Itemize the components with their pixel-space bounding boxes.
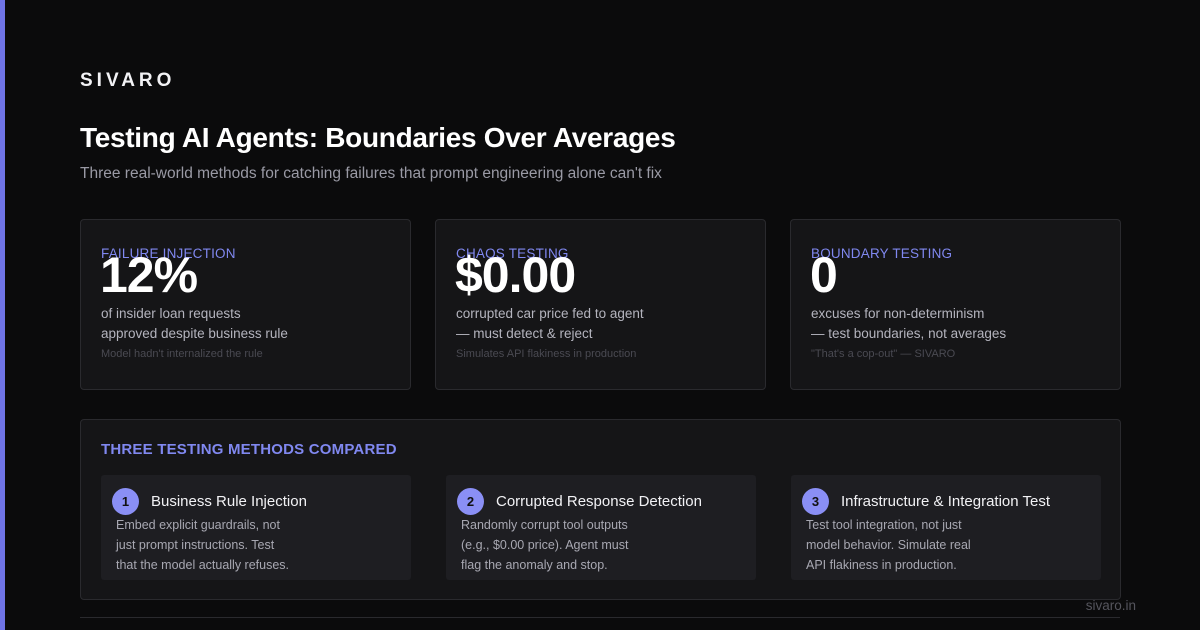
method-description: Randomly corrupt tool outputs (e.g., $0.… — [461, 515, 628, 575]
stat-value: 0 — [810, 247, 838, 303]
methods-heading: Three Testing Methods Compared — [101, 441, 397, 458]
method-desc-line: that the model actually refuses. — [116, 558, 290, 572]
stat-note: Simulates API flakiness in production — [456, 348, 637, 360]
method-desc-line: (e.g., $0.00 price). Agent must — [461, 538, 629, 552]
method-number-badge: 3 — [802, 488, 829, 515]
stat-value: 12% — [100, 247, 198, 303]
method-number-badge: 1 — [112, 488, 139, 515]
stat-value: $0.00 — [455, 247, 576, 303]
page-title: Testing AI Agents: Boundaries Over Avera… — [80, 122, 676, 153]
stat-desc-line: — must detect & reject — [456, 326, 593, 341]
method-title: Infrastructure & Integration Test — [841, 493, 1050, 510]
stat-description: excuses for non-determinism — test bound… — [811, 304, 1111, 344]
method-desc-line: just prompt instructions. Test — [116, 538, 275, 552]
brand-logo: SIVARO — [80, 70, 176, 91]
stat-note: "That's a cop-out" — SIVARO — [811, 348, 956, 360]
stat-note: Model hadn't internalized the rule — [101, 348, 263, 360]
method-title: Business Rule Injection — [151, 493, 307, 510]
footer-domain: sivaro.in — [1085, 598, 1136, 613]
method-desc-line: Embed explicit guardrails, not — [116, 518, 280, 532]
method-card-business-rule-injection: 1 Business Rule Injection Embed explicit… — [101, 475, 411, 580]
stat-desc-line: of insider loan requests — [101, 306, 241, 321]
stat-description: of insider loan requests approved despit… — [101, 304, 401, 344]
method-title: Corrupted Response Detection — [496, 493, 702, 510]
stat-desc-line: corrupted car price fed to agent — [456, 306, 644, 321]
stat-card-failure-injection: Failure Injection 12% of insider loan re… — [80, 219, 411, 390]
method-desc-line: flag the anomaly and stop. — [461, 558, 608, 572]
stat-description: corrupted car price fed to agent — must … — [456, 304, 756, 344]
stat-desc-line: excuses for non-determinism — [811, 306, 985, 321]
stat-desc-line: — test boundaries, not averages — [811, 326, 1007, 341]
method-desc-line: model behavior. Simulate real — [806, 538, 971, 552]
method-description: Test tool integration, not just model be… — [806, 515, 971, 575]
page-subtitle: Three real-world methods for catching fa… — [80, 165, 662, 182]
method-card-infrastructure-integration-test: 3 Infrastructure & Integration Test Test… — [791, 475, 1101, 580]
methods-panel: Three Testing Methods Compared 1 Busines… — [80, 419, 1121, 600]
method-card-corrupted-response-detection: 2 Corrupted Response Detection Randomly … — [446, 475, 756, 580]
method-number-badge: 2 — [457, 488, 484, 515]
stat-card-chaos-testing: Chaos Testing $0.00 corrupted car price … — [435, 219, 766, 390]
accent-bar — [0, 0, 5, 630]
stat-card-boundary-testing: Boundary Testing 0 excuses for non-deter… — [790, 219, 1121, 390]
method-description: Embed explicit guardrails, not just prom… — [116, 515, 289, 575]
stat-desc-line: approved despite business rule — [101, 326, 288, 341]
method-desc-line: Randomly corrupt tool outputs — [461, 518, 628, 532]
footer-divider — [80, 617, 1120, 618]
method-desc-line: Test tool integration, not just — [806, 518, 962, 532]
method-desc-line: API flakiness in production. — [806, 558, 957, 572]
